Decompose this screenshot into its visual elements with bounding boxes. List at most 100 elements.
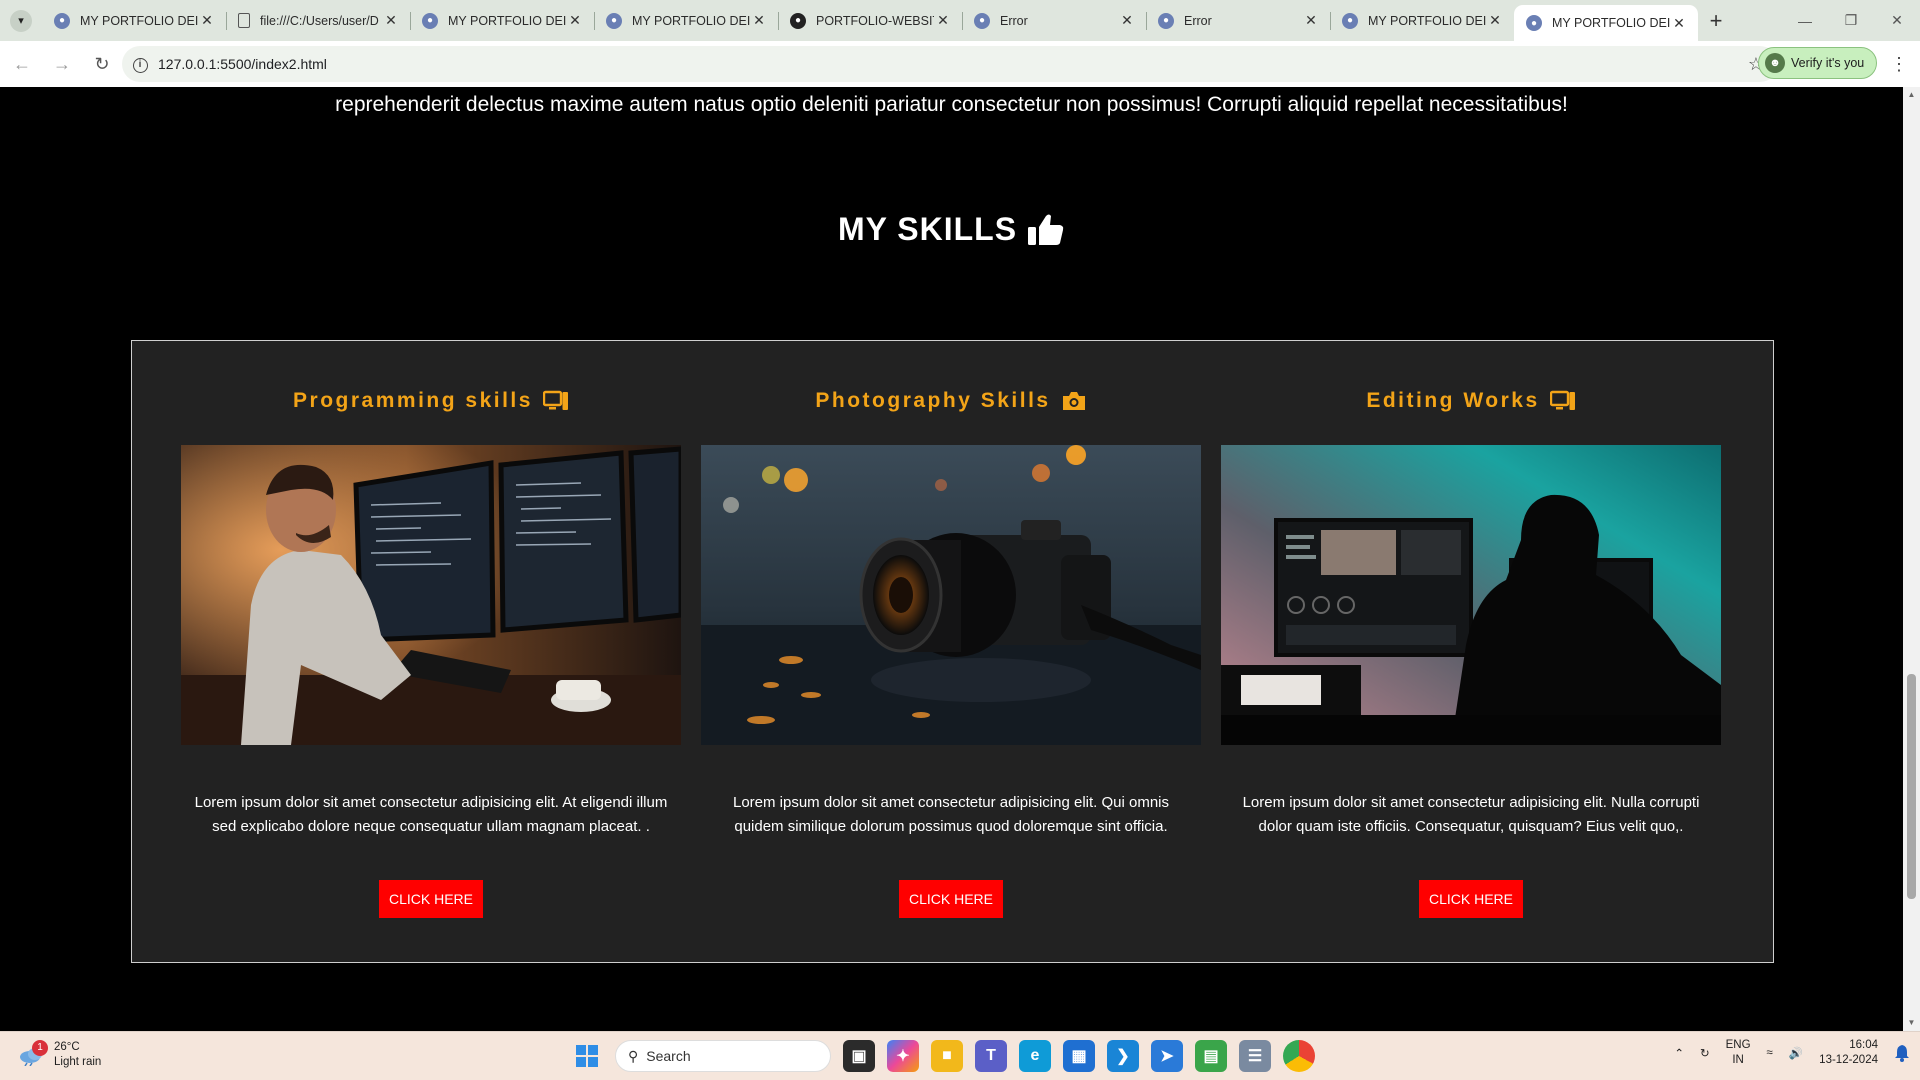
- verify-profile-button[interactable]: ☻ Verify it's you: [1758, 47, 1878, 79]
- windows-taskbar: 1 26°C Light rain ⚲ Search ▣ ✦ ■ T e ▦ ❯…: [0, 1031, 1920, 1080]
- close-icon[interactable]: ✕: [1118, 12, 1136, 29]
- windows-start-icon[interactable]: [571, 1040, 603, 1072]
- computer-icon: [542, 390, 568, 410]
- url-text[interactable]: 127.0.0.1:5500/index2.html: [158, 56, 327, 72]
- globe-icon: ●: [54, 12, 70, 29]
- browser-tab[interactable]: ● MY PORTFOLIO DEISGN ✕: [42, 0, 226, 41]
- globe-icon: ●: [1158, 12, 1174, 29]
- close-icon[interactable]: ✕: [382, 12, 400, 29]
- scroll-up-icon[interactable]: ▲: [1903, 87, 1920, 103]
- browser-tab[interactable]: ● PORTFOLIO-WEBSITE ✕: [778, 0, 962, 41]
- window-controls: — ❐ ✕: [1782, 0, 1920, 41]
- scroll-down-icon[interactable]: ▼: [1903, 1015, 1920, 1031]
- click-here-button[interactable]: CLICK HERE: [1419, 880, 1523, 918]
- reload-button[interactable]: ↻: [84, 46, 120, 82]
- close-icon[interactable]: ✕: [750, 12, 768, 29]
- system-tray: ⌃ ↻ ENG IN ≈ 🔊 16:04 13-12-2024: [1674, 1038, 1910, 1068]
- teams-icon[interactable]: T: [975, 1040, 1007, 1072]
- address-bar[interactable]: i 127.0.0.1:5500/index2.html ☆: [122, 46, 1778, 82]
- globe-icon: ●: [1342, 12, 1358, 29]
- verify-label: Verify it's you: [1791, 56, 1865, 70]
- lang-region: IN: [1732, 1054, 1744, 1066]
- tab-title: Error: [1184, 13, 1212, 28]
- minimize-icon[interactable]: —: [1782, 0, 1828, 41]
- notepad-icon[interactable]: ☰: [1239, 1040, 1271, 1072]
- close-icon[interactable]: ✕: [198, 12, 216, 29]
- skill-card-photography: Photography Skills Lorem ipsum dolor sit…: [701, 341, 1201, 961]
- page-scrollbar[interactable]: ▲ ▼: [1903, 87, 1920, 1031]
- file-explorer-icon[interactable]: ■: [931, 1040, 963, 1072]
- editing-image: [1221, 445, 1721, 745]
- card-description: Lorem ipsum dolor sit amet consectetur a…: [194, 794, 668, 835]
- language-indicator[interactable]: ENG IN: [1726, 1038, 1751, 1068]
- thumbs-up-icon: [1028, 214, 1064, 245]
- click-here-button[interactable]: CLICK HERE: [379, 880, 483, 918]
- tab-title: MY PORTFOLIO DEISGN: [632, 13, 750, 28]
- weather-desc: Light rain: [54, 1056, 102, 1068]
- tab-title: MY PORTFOLIO DEISGN: [80, 13, 198, 28]
- card-title: Photography Skills: [701, 389, 1201, 413]
- card-description: Lorem ipsum dolor sit amet consectetur a…: [732, 794, 1170, 835]
- restore-icon[interactable]: ❐: [1828, 0, 1874, 41]
- browser-tab[interactable]: ● Error ✕: [1146, 0, 1330, 41]
- chevron-up-icon[interactable]: ⌃: [1674, 1046, 1684, 1060]
- chrome-icon[interactable]: [1283, 1040, 1315, 1072]
- tab-search-button[interactable]: ▾: [0, 0, 42, 41]
- browser-tab[interactable]: ● MY PORTFOLIO DEISGN ✕: [594, 0, 778, 41]
- sync-icon[interactable]: ↻: [1700, 1046, 1710, 1060]
- notification-bell-icon[interactable]: [1894, 1044, 1910, 1062]
- browser-toolbar: ← → ↻ i 127.0.0.1:5500/index2.html ☆ ☻ V…: [0, 41, 1920, 87]
- close-window-icon[interactable]: ✕: [1874, 0, 1920, 41]
- clock[interactable]: 16:04 13-12-2024: [1819, 1038, 1878, 1068]
- close-icon[interactable]: ✕: [1302, 12, 1320, 29]
- edge-icon[interactable]: e: [1019, 1040, 1051, 1072]
- browser-tab[interactable]: ● MY PORTFOLIO DEISGN ✕: [1330, 0, 1514, 41]
- globe-icon: ●: [422, 12, 438, 29]
- avatar: ☻: [1765, 53, 1785, 73]
- browser-tab-active[interactable]: ● MY PORTFOLIO DEISGN ✕: [1514, 5, 1698, 41]
- tab-title: file:///C:/Users/user/D: [260, 13, 379, 28]
- forward-button[interactable]: →: [44, 46, 80, 82]
- close-icon[interactable]: ✕: [934, 12, 952, 29]
- more-menu-icon[interactable]: ⋮: [1890, 54, 1908, 75]
- back-button[interactable]: ←: [4, 46, 40, 82]
- browser-tab[interactable]: ● MY PORTFOLIO DEISGN ✕: [410, 0, 594, 41]
- store-icon[interactable]: ▦: [1063, 1040, 1095, 1072]
- card-title-text: Programming skills: [293, 389, 533, 412]
- site-info-icon[interactable]: i: [122, 55, 158, 73]
- click-here-button[interactable]: CLICK HERE: [899, 880, 1003, 918]
- vscode-icon[interactable]: ❯: [1107, 1040, 1139, 1072]
- camera-icon: [1062, 392, 1085, 410]
- skill-card-programming: Programming skills Lorem ipsum dolor sit…: [181, 341, 681, 961]
- globe-icon: ●: [974, 12, 990, 29]
- wifi-icon[interactable]: ≈: [1767, 1047, 1773, 1059]
- card-title-text: Editing Works: [1366, 389, 1540, 412]
- taskbar-apps: ⚲ Search ▣ ✦ ■ T e ▦ ❯ ➤ ▤ ☰: [571, 1040, 1315, 1072]
- section-title: MY SKILLS: [0, 211, 1903, 248]
- close-icon[interactable]: ✕: [566, 12, 584, 29]
- browser-tab[interactable]: ● Error ✕: [962, 0, 1146, 41]
- sheets-icon[interactable]: ▤: [1195, 1040, 1227, 1072]
- skills-container: Programming skills Lorem ipsum dolor sit…: [131, 340, 1774, 963]
- programming-image: [181, 445, 681, 745]
- page-viewport: reprehenderit delectus maxime autem natu…: [0, 87, 1903, 1031]
- close-icon[interactable]: ✕: [1486, 12, 1504, 29]
- tab-title: PORTFOLIO-WEBSITE: [816, 13, 934, 28]
- globe-icon: ●: [1526, 15, 1542, 31]
- taskbar-search[interactable]: ⚲ Search: [615, 1040, 831, 1072]
- photography-image: [701, 445, 1201, 745]
- app-icon[interactable]: ➤: [1151, 1040, 1183, 1072]
- skill-card-editing: Editing Works Lorem ipsum dolor sit amet…: [1221, 341, 1721, 961]
- clock-date: 13-12-2024: [1819, 1054, 1878, 1066]
- new-tab-button[interactable]: +: [1698, 0, 1734, 41]
- task-view-icon[interactable]: ▣: [843, 1040, 875, 1072]
- card-title: Editing Works: [1221, 389, 1721, 413]
- copilot-icon[interactable]: ✦: [887, 1040, 919, 1072]
- scrollbar-thumb[interactable]: [1907, 674, 1916, 899]
- weather-widget[interactable]: 1 26°C Light rain: [18, 1040, 101, 1070]
- close-icon[interactable]: ✕: [1670, 15, 1688, 32]
- search-placeholder: Search: [646, 1048, 691, 1064]
- lang-code: ENG: [1725, 1039, 1751, 1051]
- volume-icon[interactable]: 🔊: [1789, 1046, 1803, 1060]
- browser-tab[interactable]: file:///C:/Users/user/D ✕: [226, 0, 410, 41]
